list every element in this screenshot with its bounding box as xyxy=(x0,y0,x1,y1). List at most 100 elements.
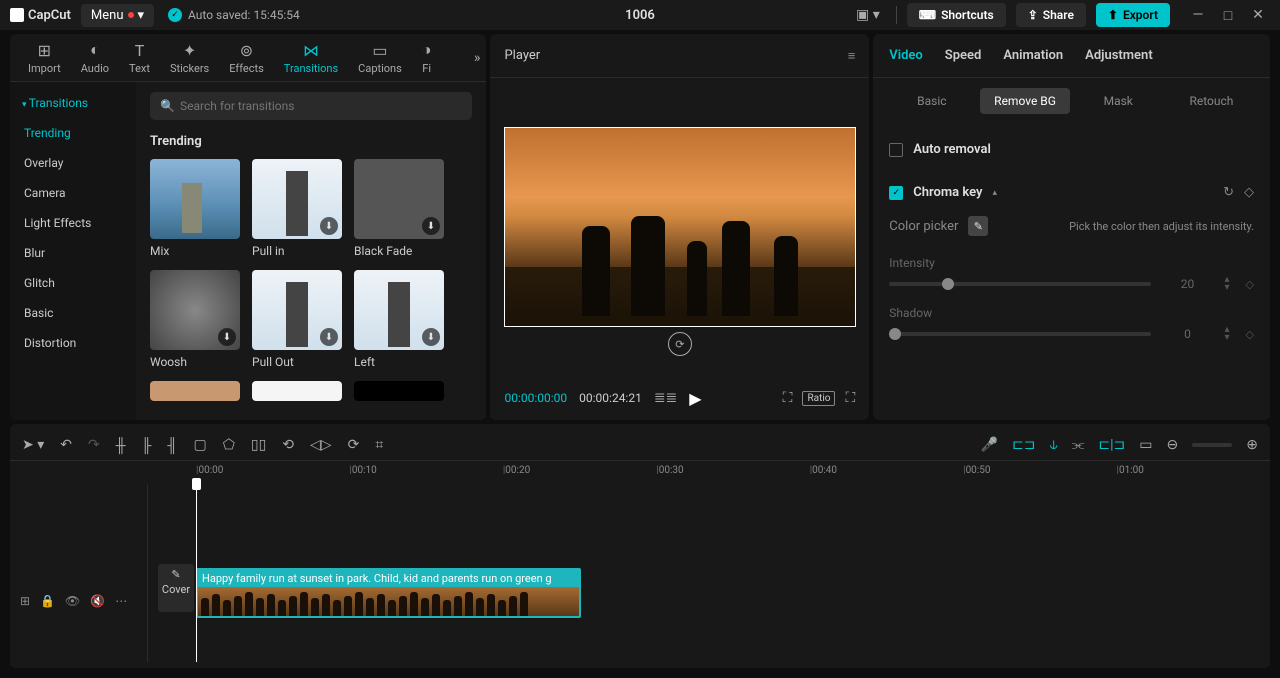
video-canvas[interactable]: ⟳ xyxy=(504,127,856,327)
close-button[interactable]: ✕ xyxy=(1246,3,1270,27)
keyframe-icon[interactable]: ◇ xyxy=(1246,278,1254,291)
zoom-in-icon[interactable]: ⊕ xyxy=(1246,437,1258,453)
tab-audio[interactable]: ◐Audio xyxy=(71,36,119,79)
preview-quality-icon[interactable]: ⛶ xyxy=(783,390,793,406)
sync-icon[interactable]: ⟳ xyxy=(668,332,692,356)
ratio-button[interactable]: Ratio xyxy=(802,391,835,406)
transition-item[interactable] xyxy=(150,381,240,401)
tab-text[interactable]: TText xyxy=(119,37,160,79)
chevron-up-icon[interactable]: ▴ xyxy=(993,188,998,198)
selection-tool[interactable]: ➤ ▾ xyxy=(22,437,44,453)
subtab-basic[interactable]: Basic xyxy=(887,88,976,114)
tab-video[interactable]: Video xyxy=(889,48,923,63)
download-icon[interactable]: ⬇ xyxy=(320,328,338,346)
eyedropper-button[interactable]: ✎ xyxy=(968,216,988,236)
keyframe-icon[interactable]: ◇ xyxy=(1246,328,1254,341)
transition-item[interactable]: ⬇Woosh xyxy=(150,270,240,369)
tab-animation[interactable]: Animation xyxy=(1003,48,1063,63)
stepper-icon[interactable]: ▴▾ xyxy=(1225,276,1230,292)
layout-icon[interactable]: ▣ ▾ xyxy=(850,5,886,25)
menu-button[interactable]: Menu▾ xyxy=(81,4,154,27)
marker-button[interactable]: ⬠ xyxy=(223,437,235,453)
category-header[interactable]: Transitions xyxy=(10,88,136,118)
auto-removal-checkbox[interactable] xyxy=(889,143,903,157)
more-icon[interactable]: ⋯ xyxy=(115,594,127,608)
timeline-ruler[interactable]: |00:00 |00:10 |00:20 |00:30 |00:40 |00:5… xyxy=(10,460,1270,480)
download-icon[interactable]: ⬇ xyxy=(218,328,236,346)
redo-button[interactable]: ↷ xyxy=(88,437,100,453)
intensity-slider[interactable] xyxy=(889,282,1150,286)
chroma-key-checkbox[interactable]: ✓ xyxy=(889,186,903,200)
download-icon[interactable]: ⬇ xyxy=(422,328,440,346)
video-clip[interactable]: Happy family run at sunset in park. Chil… xyxy=(196,568,581,618)
reverse-button[interactable]: ⟲ xyxy=(282,437,294,453)
trim-right-button[interactable]: ╢ xyxy=(168,437,178,454)
delete-button[interactable]: ▢ xyxy=(193,437,206,453)
shadow-slider[interactable] xyxy=(889,332,1150,336)
transition-item[interactable]: ⬇Pull in xyxy=(252,159,342,258)
tab-effects[interactable]: ⊚Effects xyxy=(219,37,274,79)
player-viewport[interactable]: ⟳ xyxy=(490,78,869,376)
reset-icon[interactable]: ↻ xyxy=(1223,185,1234,200)
more-tabs-button[interactable]: » xyxy=(474,50,481,66)
fullscreen-icon[interactable]: ⛶ xyxy=(845,390,855,406)
tab-captions[interactable]: ▭Captions xyxy=(348,37,412,79)
cat-overlay[interactable]: Overlay xyxy=(10,148,136,178)
download-icon[interactable]: ⬇ xyxy=(320,217,338,235)
zoom-slider[interactable] xyxy=(1192,443,1232,447)
subtab-removebg[interactable]: Remove BG xyxy=(980,88,1069,114)
cat-lighteffects[interactable]: Light Effects xyxy=(10,208,136,238)
transition-item[interactable]: ⬇Pull Out xyxy=(252,270,342,369)
crop-button[interactable]: ⌗ xyxy=(375,437,383,453)
play-button[interactable]: ▶ xyxy=(689,389,701,408)
snap-icon[interactable]: ⊏|⊐ xyxy=(1098,437,1125,453)
transition-item[interactable]: Mix xyxy=(150,159,240,258)
subtab-mask[interactable]: Mask xyxy=(1074,88,1163,114)
timeline-body[interactable]: ⊞ 🔒 👁 🔇 ⋯ ✎Cover Happy family run at sun… xyxy=(10,480,1270,662)
shortcuts-button[interactable]: ⌨Shortcuts xyxy=(907,3,1006,27)
eye-icon[interactable]: 👁 xyxy=(65,594,80,608)
tab-transitions[interactable]: ⋈Transitions xyxy=(274,37,348,79)
compare-icon[interactable]: ≣≣ xyxy=(654,390,677,406)
mirror-button[interactable]: ◁▷ xyxy=(310,437,332,453)
lock-icon[interactable]: 🔒 xyxy=(40,594,55,608)
magnet-icon[interactable]: ⊏⊐ xyxy=(1012,437,1035,453)
transition-item[interactable]: ⬇Black Fade xyxy=(354,159,444,258)
undo-button[interactable]: ↶ xyxy=(60,437,72,453)
download-icon[interactable]: ⬇ xyxy=(422,217,440,235)
rotate-button[interactable]: ⟳ xyxy=(348,437,360,453)
cat-camera[interactable]: Camera xyxy=(10,178,136,208)
tab-stickers[interactable]: ✦Stickers xyxy=(160,37,219,79)
tab-adjustment[interactable]: Adjustment xyxy=(1085,48,1153,63)
cat-trending[interactable]: Trending xyxy=(10,118,136,148)
transition-item[interactable]: ⬇Left xyxy=(354,270,444,369)
player-menu-icon[interactable]: ≡ xyxy=(848,48,856,64)
subtab-retouch[interactable]: Retouch xyxy=(1167,88,1256,114)
split-button[interactable]: ╫ xyxy=(116,437,126,454)
stepper-icon[interactable]: ▴▾ xyxy=(1225,326,1230,342)
minimize-button[interactable]: — xyxy=(1186,3,1210,27)
mute-icon[interactable]: 🔇 xyxy=(90,594,105,608)
transition-item[interactable] xyxy=(252,381,342,401)
playhead[interactable] xyxy=(196,480,197,662)
zoom-out-icon[interactable]: ⊖ xyxy=(1167,437,1179,453)
link-icon[interactable]: ⫝ xyxy=(1049,437,1057,453)
export-button[interactable]: ⬆Export xyxy=(1096,3,1170,27)
tab-filters[interactable]: ◑Fi xyxy=(412,36,442,79)
mic-icon[interactable]: 🎤 xyxy=(981,437,998,453)
cat-distortion[interactable]: Distortion xyxy=(10,328,136,358)
tab-import[interactable]: ⊞Import xyxy=(18,37,71,79)
share-button[interactable]: ⇪Share xyxy=(1016,3,1086,27)
cat-basic[interactable]: Basic xyxy=(10,298,136,328)
search-input[interactable] xyxy=(150,92,472,120)
transition-item[interactable] xyxy=(354,381,444,401)
cat-glitch[interactable]: Glitch xyxy=(10,268,136,298)
frame-button[interactable]: ▯▯ xyxy=(251,437,266,453)
keyframe-icon[interactable]: ◇ xyxy=(1244,185,1254,200)
preview-icon[interactable]: ▭ xyxy=(1139,437,1152,453)
tab-speed[interactable]: Speed xyxy=(945,48,982,63)
expand-icon[interactable]: ⊞ xyxy=(20,594,30,608)
maximize-button[interactable]: □ xyxy=(1216,3,1240,27)
trim-left-button[interactable]: ╟ xyxy=(142,437,152,454)
chain-icon[interactable]: ⫘ xyxy=(1072,437,1085,453)
